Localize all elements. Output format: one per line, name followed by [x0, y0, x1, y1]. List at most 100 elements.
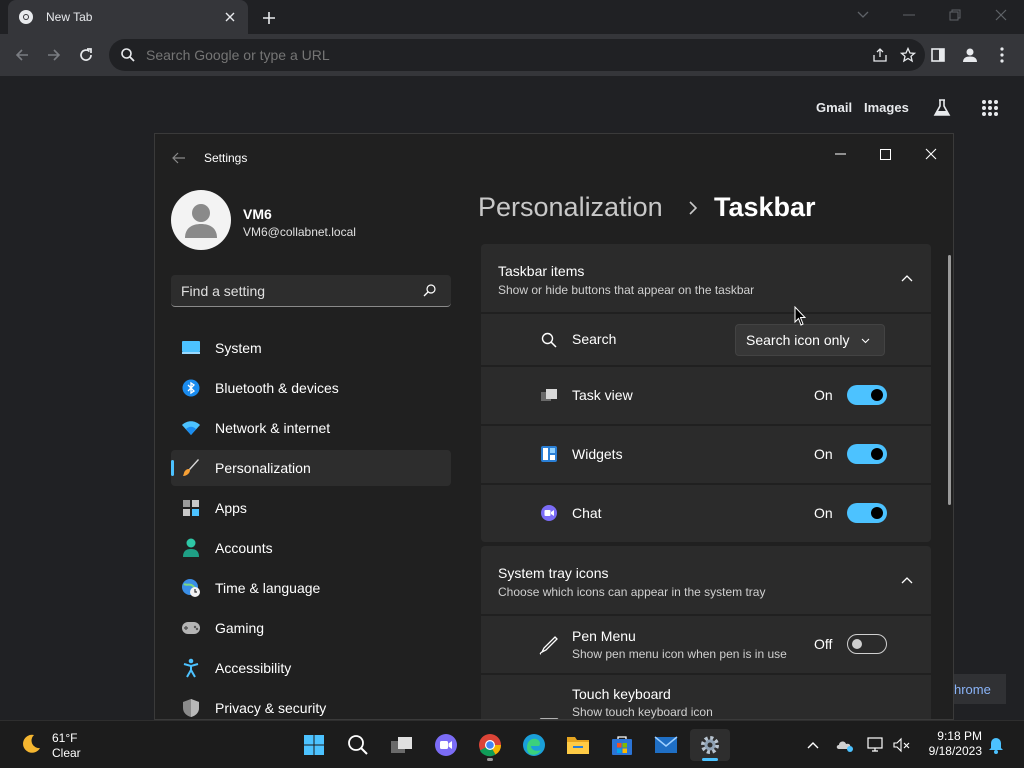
sidebar-item-apps[interactable]: Apps [171, 490, 451, 526]
chevron-up-icon[interactable] [899, 270, 915, 286]
find-setting-input[interactable] [171, 282, 423, 299]
share-icon[interactable] [869, 44, 891, 66]
reload-icon[interactable] [74, 43, 98, 67]
mail-taskbar-button[interactable] [646, 729, 686, 761]
widgets-row: Widgets On [481, 426, 931, 483]
bookmark-star-icon[interactable] [897, 44, 919, 66]
settings-scrollbar[interactable] [948, 255, 951, 505]
chat-row: Chat On [481, 485, 931, 542]
avatar[interactable] [171, 190, 231, 250]
task-view-icon [391, 737, 412, 753]
new-tab-button[interactable] [258, 8, 280, 28]
weather-widget[interactable]: 61°F Clear [20, 731, 81, 761]
find-setting-box[interactable] [171, 275, 451, 307]
wifi-icon [181, 418, 201, 438]
more-menu-icon[interactable] [990, 43, 1014, 67]
row-label: Touch keyboard [572, 686, 671, 702]
sidebar-item-label: Bluetooth & devices [215, 380, 339, 396]
clock-globe-icon [181, 578, 201, 598]
system-tray-header[interactable]: System tray icons Choose which icons can… [481, 546, 931, 614]
chat-taskbar-button[interactable] [426, 729, 466, 761]
restore-icon[interactable] [941, 4, 969, 26]
sidebar-item-bluetooth[interactable]: Bluetooth & devices [171, 370, 451, 406]
store-icon [612, 736, 632, 755]
sidebar-item-system[interactable]: System [171, 330, 451, 366]
side-panel-icon[interactable] [926, 43, 950, 67]
task-view-row: Task view On [481, 367, 931, 424]
onedrive-icon[interactable] [835, 735, 855, 755]
touch-keyboard-row: Touch keyboard Show touch keyboard icon [481, 675, 931, 719]
accessibility-icon [181, 658, 201, 678]
sidebar-item-label: Personalization [215, 460, 311, 476]
search-icon [348, 735, 368, 755]
profile-icon[interactable] [958, 43, 982, 67]
taskbar-clock[interactable]: 9:18 PM 9/18/2023 [924, 729, 982, 759]
settings-taskbar-button[interactable] [690, 729, 730, 761]
weather-temp: 61°F [52, 731, 78, 745]
pen-menu-row: Pen Menu Show pen menu icon when pen is … [481, 616, 931, 673]
omnibox-input[interactable] [146, 47, 869, 63]
row-label: Task view [572, 387, 633, 403]
labs-flask-icon[interactable] [930, 96, 954, 120]
task-view-button[interactable] [382, 729, 422, 761]
start-button[interactable] [294, 729, 334, 761]
back-icon[interactable] [10, 43, 34, 67]
forward-icon[interactable] [42, 43, 66, 67]
sidebar-item-accessibility[interactable]: Accessibility [171, 650, 451, 686]
gear-icon [701, 736, 719, 754]
sidebar-item-label: System [215, 340, 262, 356]
pen-menu-toggle[interactable] [847, 634, 887, 654]
widgets-toggle[interactable] [847, 444, 887, 464]
task-view-toggle[interactable] [847, 385, 887, 405]
store-taskbar-button[interactable] [602, 729, 642, 761]
mouse-cursor-icon [794, 306, 806, 326]
chat-toggle[interactable] [847, 503, 887, 523]
file-explorer-button[interactable] [558, 729, 598, 761]
gmail-link[interactable]: Gmail [816, 100, 852, 118]
google-apps-icon[interactable] [978, 96, 1002, 120]
sidebar-item-privacy-security[interactable]: Privacy & security [171, 690, 451, 719]
close-icon[interactable] [915, 140, 947, 168]
windows-taskbar: 61°F Clear 9:18 PM 9/18/2023 [0, 720, 1024, 768]
tab-new-tab[interactable]: New Tab [8, 0, 248, 34]
chevron-right-icon [686, 198, 700, 218]
settings-title: Settings [204, 151, 248, 165]
sidebar-item-gaming[interactable]: Gaming [171, 610, 451, 646]
chevron-up-icon[interactable] [803, 735, 823, 755]
chevron-up-icon[interactable] [899, 572, 915, 588]
sidebar-item-accounts[interactable]: Accounts [171, 530, 451, 566]
sidebar-item-network[interactable]: Network & internet [171, 410, 451, 446]
maximize-icon[interactable] [869, 140, 901, 168]
chrome-logo-icon [479, 734, 501, 757]
close-tab-icon[interactable] [222, 9, 238, 25]
sidebar-item-personalization[interactable]: Personalization [171, 450, 451, 486]
search-mode-dropdown[interactable]: Search icon only [735, 324, 885, 356]
network-icon[interactable] [866, 735, 886, 755]
sidebar-item-time-language[interactable]: Time & language [171, 570, 451, 606]
sidebar-item-label: Accounts [215, 540, 273, 556]
apps-icon [181, 498, 201, 518]
minimize-icon[interactable] [895, 4, 923, 26]
notification-bell-icon[interactable] [986, 735, 1006, 755]
chrome-taskbar-button[interactable] [470, 729, 510, 761]
taskbar-search-button[interactable] [338, 729, 378, 761]
sidebar-item-label: Network & internet [215, 420, 331, 436]
search-icon [423, 283, 439, 299]
edge-taskbar-button[interactable] [514, 729, 554, 761]
volume-muted-icon[interactable] [892, 735, 912, 755]
breadcrumb-parent[interactable]: Personalization [478, 192, 663, 223]
omnibox[interactable] [109, 39, 925, 71]
profile-name: VM6 [243, 206, 272, 222]
tab-title: New Tab [46, 10, 93, 24]
dropdown-value: Search icon only [746, 332, 850, 348]
brush-icon [181, 458, 201, 478]
back-arrow-icon[interactable] [169, 149, 189, 167]
taskbar-items-header[interactable]: Taskbar items Show or hide buttons that … [481, 244, 931, 312]
images-link[interactable]: Images [864, 100, 909, 118]
minimize-icon[interactable] [824, 140, 856, 168]
close-icon[interactable] [987, 4, 1015, 26]
moon-icon [20, 733, 42, 760]
running-indicator [487, 758, 493, 761]
tab-search-chevron-icon[interactable] [849, 4, 877, 26]
settings-window: Settings VM6 VM6@collabnet.local System … [154, 133, 954, 720]
